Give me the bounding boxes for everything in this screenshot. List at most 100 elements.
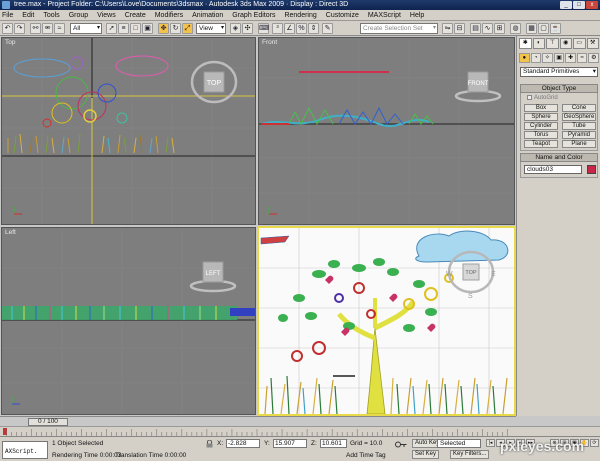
key-filters-button[interactable]: Key Filters...	[450, 450, 490, 459]
layer-manager-icon[interactable]: ▤	[470, 23, 481, 34]
maximize-button[interactable]: □	[573, 1, 585, 9]
menu-help[interactable]: Help	[410, 12, 424, 19]
select-scale-icon[interactable]: ⤢	[182, 23, 193, 34]
menu-edit[interactable]: Edit	[22, 12, 34, 19]
orbit-icon[interactable]: ⟳	[590, 439, 599, 447]
select-object-icon[interactable]: ➚	[106, 23, 117, 34]
viewcube-left[interactable]: LEFT	[188, 258, 238, 294]
geosphere-button[interactable]: GeoSphere	[562, 113, 596, 121]
undo-icon[interactable]: ↶	[2, 23, 13, 34]
schematic-view-icon[interactable]: ⊞	[494, 23, 505, 34]
y-coord-field[interactable]: 15.907	[273, 439, 307, 448]
systems-category-icon[interactable]: ⚙	[588, 53, 600, 63]
display-tab-icon[interactable]: ▭	[573, 38, 586, 49]
geometry-category-icon[interactable]: ●	[519, 53, 530, 63]
object-type-rollout-header[interactable]: Object Type	[520, 84, 598, 93]
select-by-name-icon[interactable]: ≡	[118, 23, 129, 34]
material-editor-icon[interactable]: ◍	[510, 23, 521, 34]
go-to-start-icon[interactable]: |◂	[486, 439, 495, 447]
viewport-left[interactable]: Left LEFT	[1, 227, 256, 415]
viewport-front[interactable]: Front FRONT	[258, 37, 515, 225]
viewport-label-front[interactable]: Front	[262, 39, 277, 46]
shapes-category-icon[interactable]: ◔	[530, 53, 542, 63]
helpers-category-icon[interactable]: ✚	[565, 53, 576, 63]
box-button[interactable]: Box	[524, 104, 558, 112]
close-button[interactable]: x	[586, 1, 598, 9]
create-tab-icon[interactable]: ✱	[519, 38, 532, 49]
window-crossing-icon[interactable]: ▣	[142, 23, 153, 34]
menu-animation[interactable]: Animation	[192, 12, 223, 19]
angle-snap-icon[interactable]: ∠	[284, 23, 295, 34]
select-rotate-icon[interactable]: ↻	[170, 23, 181, 34]
object-name-field[interactable]: clouds03	[524, 165, 582, 174]
menu-create[interactable]: Create	[125, 12, 146, 19]
menu-file[interactable]: File	[2, 12, 13, 19]
sphere-button[interactable]: Sphere	[524, 113, 558, 121]
selection-filter-select[interactable]: All ▾	[70, 23, 102, 34]
menu-graph-editors[interactable]: Graph Editors	[232, 12, 275, 19]
viewport-top[interactable]: Top TOP	[1, 37, 256, 225]
reference-coordinate-select[interactable]: View ▾	[196, 23, 226, 34]
modify-tab-icon[interactable]: ◐	[532, 38, 545, 49]
spinner-snap-icon[interactable]: ⇕	[308, 23, 319, 34]
rectangle-selection-icon[interactable]: □	[130, 23, 141, 34]
menu-views[interactable]: Views	[97, 12, 116, 19]
menu-maxscript[interactable]: MAXScript	[368, 12, 401, 19]
tube-button[interactable]: Tube	[562, 122, 596, 130]
pivot-center-icon[interactable]: ◈	[230, 23, 241, 34]
select-link-icon[interactable]: ⚯	[30, 23, 41, 34]
percent-snap-icon[interactable]: %	[296, 23, 307, 34]
spacewarps-category-icon[interactable]: ≈	[576, 53, 588, 63]
lights-category-icon[interactable]: ✧	[542, 53, 553, 63]
teapot-button[interactable]: Teapot	[524, 140, 558, 148]
rendered-frame-icon[interactable]: ▢	[538, 23, 549, 34]
key-icon[interactable]	[395, 441, 407, 448]
primitive-category-select[interactable]: Standard Primitives ▾	[520, 67, 598, 77]
key-mode-select[interactable]: Selected	[437, 439, 481, 448]
x-coord-field[interactable]: -2.828	[226, 439, 260, 448]
quick-render-icon[interactable]: ☕	[550, 23, 561, 34]
selection-lock-icon[interactable]	[206, 440, 213, 448]
autogrid-checkbox[interactable]: AutoGrid	[527, 95, 558, 101]
motion-tab-icon[interactable]: ◉	[559, 38, 572, 49]
maxscript-listener[interactable]: AXScript.	[2, 441, 48, 459]
snaps-toggle-icon[interactable]: ³	[272, 23, 283, 34]
pyramid-button[interactable]: Pyramid	[562, 131, 596, 139]
cone-button[interactable]: Cone	[562, 104, 596, 112]
viewport-label-top[interactable]: Top	[5, 39, 15, 46]
select-manipulate-icon[interactable]: ✣	[242, 23, 253, 34]
object-color-swatch[interactable]	[587, 165, 596, 174]
menu-rendering[interactable]: Rendering	[284, 12, 316, 19]
cylinder-button[interactable]: Cylinder	[524, 122, 558, 130]
trackbar[interactable]	[0, 426, 600, 436]
set-key-button[interactable]: Set Key	[412, 450, 440, 459]
viewcube-perspective[interactable]: TOP W E S	[443, 246, 499, 300]
viewport-perspective[interactable]: TOP W E S	[257, 226, 516, 416]
edit-named-selection-icon[interactable]: ✎	[322, 23, 333, 34]
hierarchy-tab-icon[interactable]: ⊤	[546, 38, 559, 49]
viewcube-front[interactable]: FRONT	[453, 68, 503, 104]
menu-modifiers[interactable]: Modifiers	[155, 12, 183, 19]
unlink-icon[interactable]: ⚮	[42, 23, 53, 34]
viewport-label-left[interactable]: Left	[5, 229, 16, 236]
redo-icon[interactable]: ↷	[14, 23, 25, 34]
bind-space-warp-icon[interactable]: ≈	[54, 23, 65, 34]
menu-tools[interactable]: Tools	[43, 12, 59, 19]
curve-editor-icon[interactable]: ∿	[482, 23, 493, 34]
keyboard-shortcut-icon[interactable]: ⌨	[258, 23, 269, 34]
mirror-icon[interactable]: ⇋	[442, 23, 453, 34]
align-icon[interactable]: ⊟	[454, 23, 465, 34]
menu-customize[interactable]: Customize	[326, 12, 359, 19]
minimize-button[interactable]: _	[560, 1, 572, 9]
time-slider[interactable]: 0 / 100	[28, 418, 68, 426]
menu-group[interactable]: Group	[69, 12, 88, 19]
viewcube-top[interactable]: TOP	[190, 58, 238, 106]
named-selection-set-field[interactable]: Create Selection Set ▾	[360, 23, 438, 34]
utilities-tab-icon[interactable]: ⚒	[586, 38, 599, 49]
name-color-rollout-header[interactable]: Name and Color	[520, 153, 598, 162]
z-coord-field[interactable]: 10.601	[320, 439, 347, 448]
torus-button[interactable]: Torus	[524, 131, 558, 139]
add-time-tag-button[interactable]: Add Time Tag	[346, 452, 386, 459]
render-setup-icon[interactable]: ▦	[526, 23, 537, 34]
cameras-category-icon[interactable]: ▣	[553, 53, 565, 63]
